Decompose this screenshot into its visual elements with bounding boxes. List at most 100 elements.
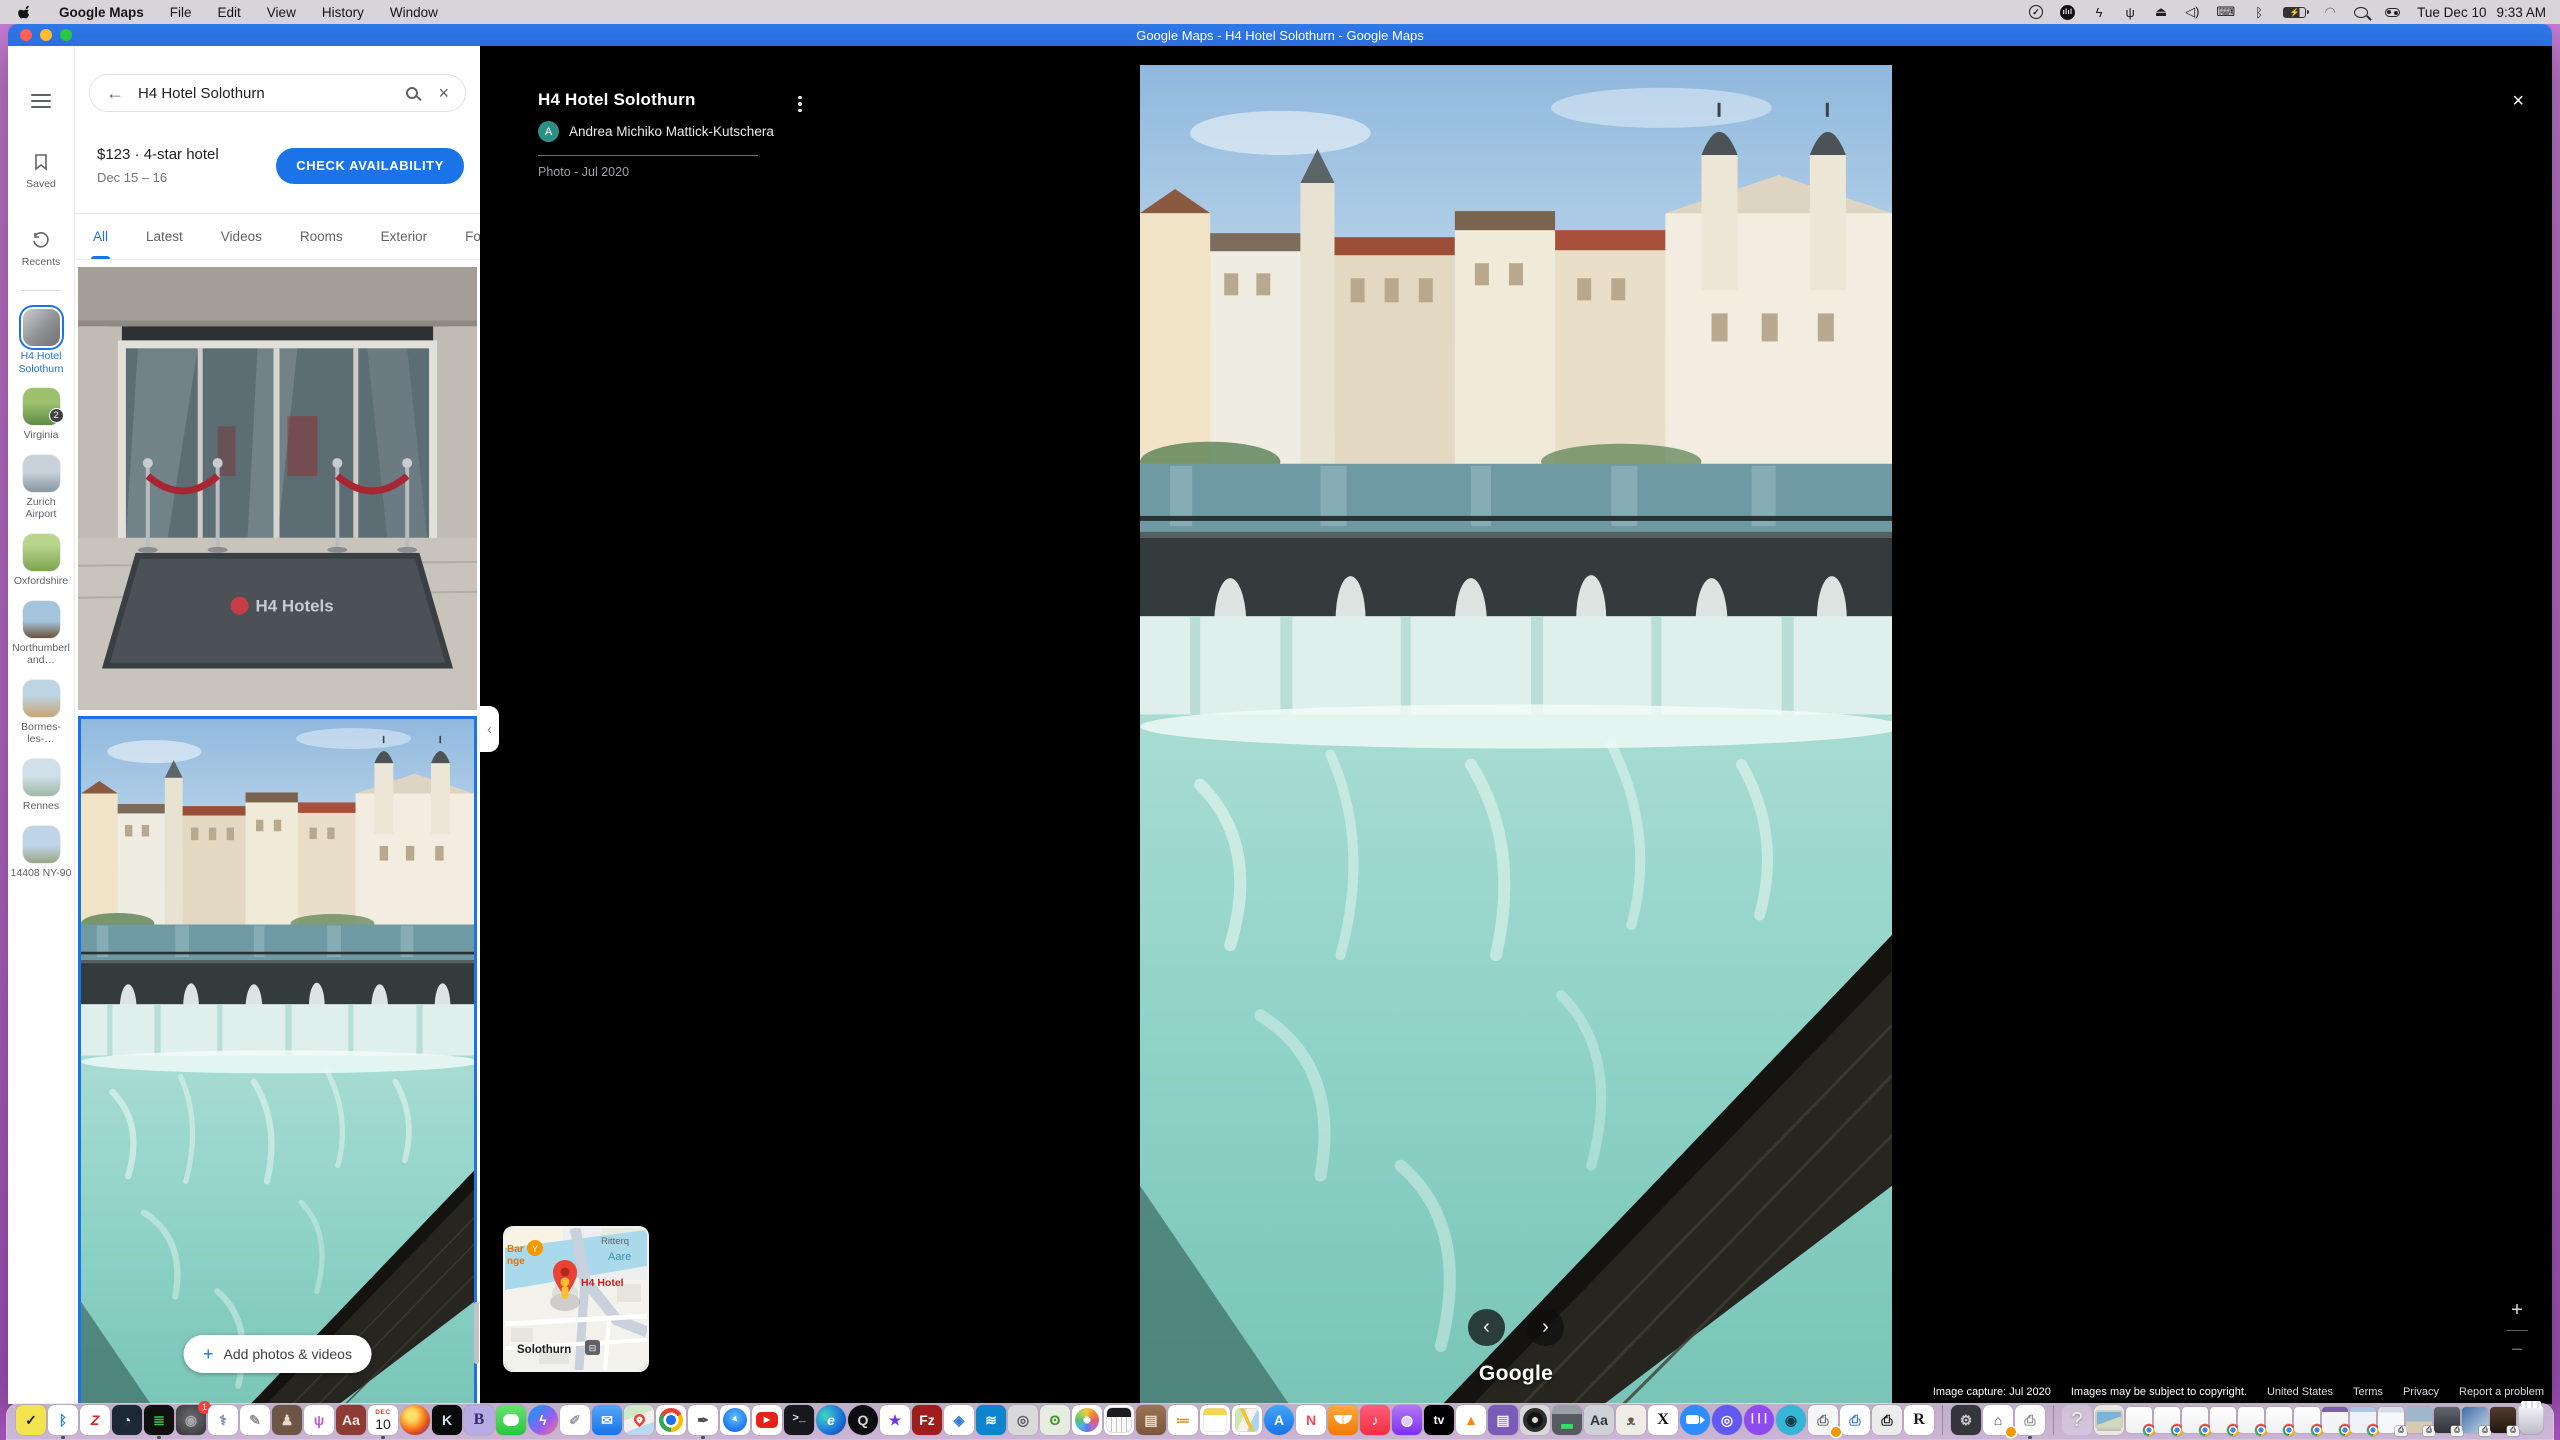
lightning-icon[interactable]: ϟ	[2092, 4, 2106, 20]
spotlight-search-icon[interactable]	[2354, 7, 2368, 18]
privacy-link[interactable]: Privacy	[2403, 1386, 2439, 1398]
tab-rooms[interactable]: Rooms	[298, 214, 345, 259]
filezilla-app[interactable]: Fz	[912, 1405, 942, 1440]
vlc-app[interactable]: ▲	[1456, 1405, 1486, 1440]
webcam-app[interactable]: ◉	[1776, 1405, 1806, 1440]
app-store-app[interactable]: A	[1264, 1405, 1294, 1440]
gear-utility-app[interactable]: ⚙	[1951, 1405, 1981, 1440]
audio-levels-icon[interactable]: ılıl	[2060, 5, 2075, 20]
zinio-app[interactable]: Z	[80, 1405, 110, 1440]
purple-archive-app[interactable]: ▤	[1488, 1405, 1518, 1440]
reminders-app[interactable]: ≔	[1168, 1405, 1198, 1440]
speed-gauge-app[interactable]: ◔	[112, 1405, 142, 1440]
white-printer-app[interactable]: ⎙	[2015, 1405, 2045, 1440]
minimized-chrome-page[interactable]	[2238, 1407, 2264, 1440]
news-app[interactable]: N	[1296, 1405, 1326, 1440]
ink-photo-app[interactable]: ✒	[688, 1405, 718, 1440]
rail-place-zurich-airport[interactable]: Zurich Airport	[8, 455, 74, 521]
panel-scrollbar[interactable]	[474, 1302, 479, 1364]
text-editor-app[interactable]: ✎	[240, 1405, 270, 1440]
music-app[interactable]: ♪	[1360, 1405, 1390, 1440]
rail-place-bormes-les[interactable]: Bormes-les-…	[8, 680, 74, 746]
minimized-chrome-page[interactable]	[2210, 1407, 2236, 1440]
record-ring-app[interactable]: ◎	[1712, 1405, 1742, 1440]
wifi-icon[interactable]: ◠	[2323, 4, 2337, 20]
blue-gem-app[interactable]: ◈	[944, 1405, 974, 1440]
frog-media-app[interactable]: ʘ	[1040, 1405, 1070, 1440]
tab-latest[interactable]: Latest	[144, 214, 185, 259]
edge-app[interactable]: e	[816, 1405, 846, 1440]
trash[interactable]	[2518, 1405, 2544, 1440]
tab-food[interactable]: Food	[463, 214, 480, 259]
books-app[interactable]	[1328, 1405, 1358, 1440]
usb-utility-app[interactable]: ψ	[304, 1405, 334, 1440]
rail-place-northumberland[interactable]: Northumberland…	[8, 601, 74, 667]
minimap[interactable]: Ritterq Y Bar nge Aare H4 Hotel Solot	[505, 1228, 647, 1370]
bluetooth-app[interactable]: ᛒ	[48, 1405, 78, 1440]
messages-app[interactable]	[496, 1405, 526, 1440]
dark-dial-app[interactable]: ◉ 1	[176, 1405, 206, 1440]
menubar-clock[interactable]: Tue Dec 10 9:33 AM	[2417, 5, 2546, 20]
back-arrow-icon[interactable]: ←	[106, 83, 124, 104]
vinyl-app[interactable]	[1520, 1405, 1550, 1440]
rail-place-virginia[interactable]: 2 Virginia	[8, 388, 74, 442]
openoffice-app[interactable]: ≋	[976, 1405, 1006, 1440]
x11-app[interactable]: X	[1648, 1405, 1678, 1440]
r-app[interactable]: R	[1904, 1405, 1934, 1440]
rail-place-h4-hotel-solothurn[interactable]: H4 Hotel Solothurn	[8, 309, 74, 375]
firefox-app[interactable]	[400, 1405, 430, 1440]
google-maps-app[interactable]	[624, 1405, 654, 1440]
photo-author-row[interactable]: A Andrea Michiko Mattick-Kutschera	[538, 121, 774, 142]
mail-app[interactable]: ✉	[592, 1405, 622, 1440]
dvd-player-app[interactable]: ◎	[1008, 1405, 1038, 1440]
minimized-chrome-sheet[interactable]	[2350, 1407, 2376, 1440]
window-titlebar[interactable]: Google Maps - H4 Hotel Solothurn - Googl…	[8, 24, 2552, 46]
sidebar-recents-button[interactable]: Recents	[22, 230, 61, 268]
report-problem-link[interactable]: Report a problem	[2459, 1386, 2544, 1398]
safari-app[interactable]	[720, 1405, 750, 1440]
rail-place-14408-ny-90[interactable]: 14408 NY-90	[8, 826, 74, 880]
usb-icon[interactable]: ψ	[2123, 4, 2137, 20]
next-photo-button[interactable]: ›	[1527, 1309, 1564, 1346]
photo-thumbnail-river-selected[interactable]	[78, 716, 477, 1404]
minimized-chrome-page[interactable]	[2182, 1407, 2208, 1440]
dictionary-app[interactable]: Aa	[336, 1405, 366, 1440]
collapse-panel-button[interactable]: ‹	[480, 706, 499, 752]
apple-maps-app[interactable]	[1232, 1405, 1262, 1440]
notes-app[interactable]	[1200, 1405, 1230, 1440]
pencil-app[interactable]: ✐	[560, 1405, 590, 1440]
tab-all[interactable]: All	[91, 214, 110, 259]
home-app[interactable]: ⌂	[1983, 1405, 2013, 1440]
apple-tv-app[interactable]: tv	[1424, 1405, 1454, 1440]
menubar-menu[interactable]: View	[267, 5, 296, 20]
stethoscope-app[interactable]: ⚕	[208, 1405, 238, 1440]
piano-app[interactable]	[1104, 1405, 1134, 1440]
apple-menu-icon[interactable]	[18, 4, 33, 20]
control-center-icon[interactable]	[2385, 8, 2400, 17]
purple-star-app[interactable]: ★	[880, 1405, 910, 1440]
terms-link[interactable]: Terms	[2353, 1386, 2383, 1398]
chrome-app[interactable]	[656, 1405, 686, 1440]
minimized-chrome-page[interactable]	[2294, 1407, 2320, 1440]
rail-place-rennes[interactable]: Rennes	[8, 759, 74, 813]
minimized-chrome-doc[interactable]	[2322, 1407, 2348, 1440]
quicktime-app[interactable]: Q	[848, 1405, 878, 1440]
eject-icon[interactable]: ⏏	[2154, 4, 2168, 20]
author-name[interactable]: Andrea Michiko Mattick-Kutschera	[569, 124, 774, 139]
minimized-beach-photo[interactable]	[2406, 1407, 2432, 1440]
kindle-app[interactable]: K	[432, 1405, 462, 1440]
zoom-out-button[interactable]: −	[2511, 1339, 2523, 1362]
minimized-chrome-page[interactable]	[2126, 1407, 2152, 1440]
author-avatar[interactable]: A	[538, 121, 559, 142]
menubar-app-name[interactable]: Google Maps	[59, 5, 144, 20]
dock-divider[interactable]	[2053, 1405, 2054, 1435]
minimized-list-window[interactable]	[2378, 1407, 2404, 1440]
tab-exterior[interactable]: Exterior	[379, 214, 430, 259]
gray-terminal-app[interactable]: ▂	[1552, 1405, 1582, 1440]
audio-meter-app[interactable]: ≣	[144, 1405, 174, 1440]
hotel-dates[interactable]: Dec 15 – 16	[97, 170, 219, 185]
add-photos-button[interactable]: + Add photos & videos	[183, 1335, 372, 1373]
battery-icon[interactable]: ⚡	[2283, 7, 2306, 18]
label-printer-app[interactable]: ⎙	[1872, 1405, 1902, 1440]
search-box[interactable]: ← H4 Hotel Solothurn ×	[89, 74, 466, 112]
